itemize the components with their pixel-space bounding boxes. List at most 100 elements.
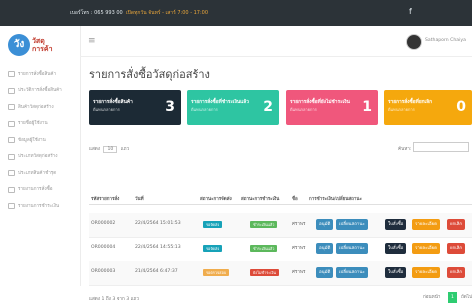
main-content: ≡ Sathaporn Chaiya รายการสั่งซื้อวัสดุก่…	[80, 26, 472, 303]
sidebar-item-damaged-types[interactable]: ประเภทสินค้าชำรุด	[8, 165, 78, 182]
card-label: รายการสั่งซื้อที่ยังไม่ชำระเงิน	[290, 100, 350, 105]
change-status-button[interactable]: เปลี่ยนสถานะ	[336, 243, 368, 254]
avatar[interactable]	[406, 34, 422, 50]
detail-button[interactable]: รายละเอียด	[412, 219, 441, 230]
sidebar-item-order-report[interactable]: รายงานการสั่งซื้อ	[8, 182, 78, 199]
top-info-bar: เบอร์โทร : 065 993 00 เปิดทุกวัน จันทร์ …	[0, 0, 472, 26]
pay-status-badge: ยังไม่ชำระเงิน	[250, 269, 280, 276]
pagination-page[interactable]: 1	[448, 292, 457, 303]
card-sub: ดีแทนกลายการ	[388, 107, 415, 112]
sidebar-item-products[interactable]: สินค้าวัสดุก่อสร้าง	[8, 99, 78, 116]
logo[interactable]: วัง วัสดุ การค้า	[8, 34, 68, 60]
stat-card-paid[interactable]: รายการสั่งซื้อที่ชำระเงินแล้ว ดีแทนกลายก…	[187, 90, 279, 125]
card-value: 3	[165, 99, 175, 115]
card-value: 1	[362, 99, 372, 115]
tools-icon	[8, 104, 15, 111]
logo-mark: วัง	[8, 34, 30, 56]
phone-number: 065 993 00	[94, 10, 123, 16]
col-ship-status[interactable]: สถานะการจัดส่ง	[200, 195, 232, 202]
invoice-button[interactable]: ใบสั่งซื้อ	[385, 219, 407, 230]
cancel-button[interactable]: ยกเลิก	[447, 219, 466, 230]
sidebar-item-payment-report[interactable]: รายงานการชำระเงิน	[8, 198, 78, 215]
users-icon	[8, 120, 15, 127]
sidebar-item-users[interactable]: รายชื่อผู้ใช้งาน	[8, 116, 78, 133]
report-icon	[8, 186, 15, 193]
invoice-button[interactable]: ใบสั่งซื้อ	[385, 243, 407, 254]
card-sub: ดีแทนกลายการ	[191, 107, 218, 112]
sidebar-item-material-types[interactable]: ประเภทวัสดุก่อสร้าง	[8, 149, 78, 166]
order-date: 22/4/2564 14:55:13	[135, 245, 181, 250]
customer-name: ศราพร	[292, 222, 306, 227]
sidebar-item-order-history[interactable]: ประวัติการสั่งซื้อสินค้า	[8, 83, 78, 100]
card-value: 0	[456, 99, 466, 115]
detail-button[interactable]: รายละเอียด	[412, 243, 441, 254]
ship-status-badge: รอจัดส่ง	[203, 221, 223, 228]
approve-button[interactable]: อนุมัติ	[316, 243, 334, 254]
approve-button[interactable]: อนุมัติ	[316, 267, 334, 278]
facebook-icon[interactable]: f	[409, 7, 412, 16]
hamburger-icon[interactable]: ≡	[88, 36, 96, 46]
page-title: รายการสั่งซื้อวัสดุก่อสร้าง	[89, 68, 210, 81]
table-info: แสดง 1 ถึง 3 จาก 3 แถว	[89, 297, 139, 302]
card-value: 2	[263, 99, 273, 115]
sidebar-item-label: ประวัติการสั่งซื้อสินค้า	[18, 88, 62, 94]
pay-status-badge: ชำระเงินแล้ว	[250, 245, 278, 252]
pay-status-badge: ชำระเงินแล้ว	[250, 221, 278, 228]
ship-status-badge: รอจัดส่ง	[203, 245, 223, 252]
list-icon	[8, 71, 15, 78]
change-status-button[interactable]: เปลี่ยนสถานะ	[336, 267, 368, 278]
stat-card-unpaid[interactable]: รายการสั่งซื้อที่ยังไม่ชำระเงิน ดีแทนกลา…	[286, 90, 378, 125]
sidebar-item-label: สินค้าวัสดุก่อสร้าง	[18, 104, 54, 110]
phone-label: เบอร์โทร :	[70, 10, 93, 16]
change-status-button[interactable]: เปลี่ยนสถานะ	[336, 219, 368, 230]
category-icon	[8, 153, 15, 160]
user-icon	[8, 137, 15, 144]
pagination-prev[interactable]: ก่อนหน้า	[423, 294, 440, 301]
sidebar-item-user-info[interactable]: ข้อมูลผู้ใช้งาน	[8, 132, 78, 149]
table-header: รหัสรายการสั่ง วันที่ สถานะการจัดส่ง สถา…	[89, 192, 472, 205]
col-order-id[interactable]: รหัสรายการสั่ง	[91, 195, 119, 202]
pagination-next[interactable]: ถัดไป	[461, 294, 472, 301]
sidebar-item-label: ข้อมูลผู้ใช้งาน	[18, 137, 46, 143]
order-date: 22/4/2564 15:01:53	[135, 221, 181, 226]
stat-card-cancelled[interactable]: รายการสั่งซื้อที่ยกเลิก ดีแทนกลายการ 0	[384, 90, 472, 125]
card-sub: ดีแทนกลายการ	[290, 107, 317, 112]
username[interactable]: Sathaporn Chaiya	[425, 38, 466, 43]
history-icon	[8, 87, 15, 94]
cancel-button[interactable]: ยกเลิก	[447, 267, 466, 278]
sidebar-item-label: รายงานการชำระเงิน	[18, 203, 60, 209]
card-label: รายการสั่งซื้อที่ยกเลิก	[388, 100, 433, 105]
order-id: OR000004	[91, 245, 116, 250]
search-label: ค้นหา:	[398, 147, 412, 152]
stat-card-orders[interactable]: รายการสั่งซื้อสินค้า ดีแทนกลายการ 3	[89, 90, 181, 125]
sidebar-menu: รายการสั่งซื้อสินค้า ประวัติการสั่งซื้อส…	[8, 66, 78, 215]
col-name[interactable]: ชื่อ	[292, 195, 298, 202]
customer-name: ศราพร	[292, 246, 306, 251]
col-pay-status[interactable]: สถานะการชำระเงิน	[241, 195, 279, 202]
header: ≡ Sathaporn Chaiya	[80, 26, 472, 57]
order-id: OR000002	[91, 221, 116, 226]
sidebar-item-label: รายการสั่งซื้อสินค้า	[18, 71, 57, 77]
cancel-button[interactable]: ยกเลิก	[447, 243, 466, 254]
col-actions[interactable]: การชำระเงิน/เปลี่ยนสถานะ	[309, 195, 362, 202]
table-row: OR000002 22/4/2564 15:01:53 รอจัดส่ง ชำร…	[89, 213, 472, 238]
sidebar: วัง วัสดุ การค้า รายการสั่งซื้อสินค้า ปร…	[0, 26, 81, 286]
search-input[interactable]	[413, 142, 469, 152]
order-date: 21/4/2564 6:47:37	[135, 269, 178, 274]
contact-info: เบอร์โทร : 065 993 00 เปิดทุกวัน จันทร์ …	[70, 9, 208, 17]
invoice-button[interactable]: ใบสั่งซื้อ	[385, 267, 407, 278]
payment-icon	[8, 203, 15, 210]
card-sub: ดีแทนกลายการ	[93, 107, 120, 112]
approve-button[interactable]: อนุมัติ	[316, 219, 334, 230]
detail-button[interactable]: รายละเอียด	[412, 267, 441, 278]
sidebar-item-label: ประเภทสินค้าชำรุด	[18, 170, 57, 176]
length-prefix: แสดง	[89, 147, 100, 152]
sidebar-item-orders[interactable]: รายการสั่งซื้อสินค้า	[8, 66, 78, 83]
card-label: รายการสั่งซื้อที่ชำระเงินแล้ว	[191, 100, 249, 105]
length-select[interactable]: 10	[103, 146, 118, 153]
ship-status-badge: รอตรวจสอบ	[203, 269, 230, 276]
sidebar-item-label: รายงานการสั่งซื้อ	[18, 187, 53, 193]
length-suffix: แถว	[120, 147, 130, 152]
page-length-control: แสดง 10 แถว	[89, 146, 129, 153]
col-date[interactable]: วันที่	[135, 195, 144, 202]
